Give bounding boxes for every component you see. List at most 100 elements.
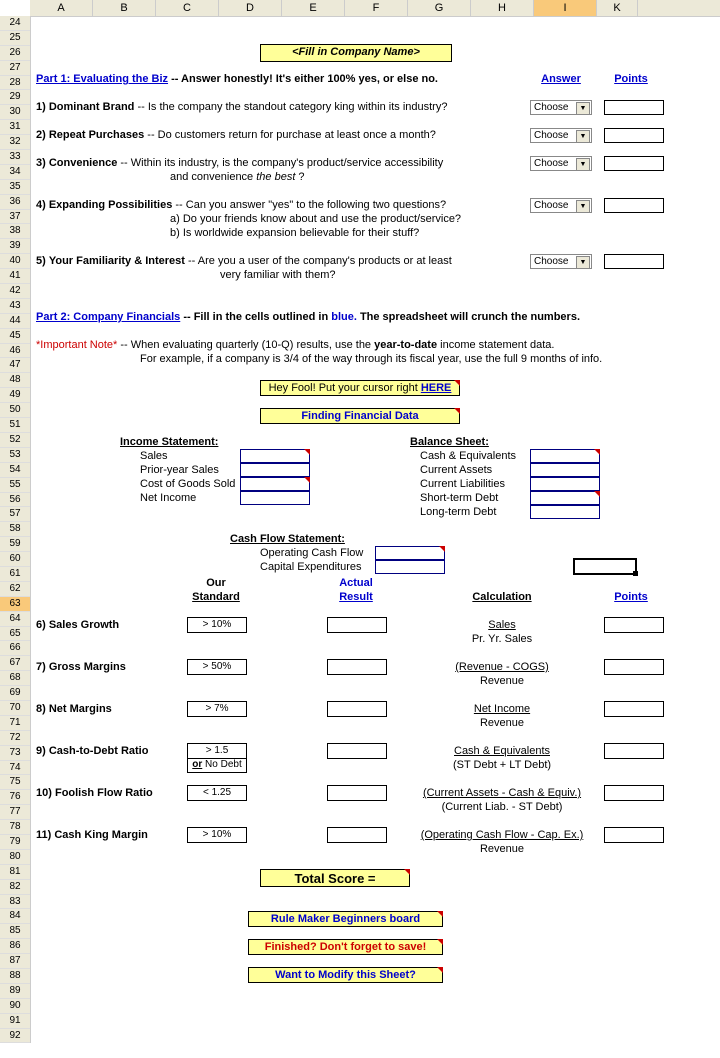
col-E[interactable]: E: [282, 0, 345, 16]
row-86[interactable]: 86: [0, 939, 30, 954]
row-89[interactable]: 89: [0, 984, 30, 999]
col-K[interactable]: K: [597, 0, 638, 16]
row-40[interactable]: 40: [0, 254, 30, 269]
row-87[interactable]: 87: [0, 954, 30, 969]
col-H[interactable]: H: [471, 0, 534, 16]
row-53[interactable]: 53: [0, 448, 30, 463]
q5-dropdown[interactable]: Choose: [530, 254, 592, 269]
row-92[interactable]: 92: [0, 1029, 30, 1044]
income-net-input[interactable]: [240, 491, 310, 505]
row-36[interactable]: 36: [0, 195, 30, 210]
row-48[interactable]: 48: [0, 373, 30, 388]
m6-points[interactable]: [604, 617, 664, 633]
balance-cl-input[interactable]: [530, 477, 600, 491]
q3-dropdown[interactable]: Choose: [530, 156, 592, 171]
row-39[interactable]: 39: [0, 239, 30, 254]
m9-points[interactable]: [604, 743, 664, 759]
row-60[interactable]: 60: [0, 552, 30, 567]
row-85[interactable]: 85: [0, 924, 30, 939]
col-B[interactable]: B: [93, 0, 156, 16]
m9-result[interactable]: [327, 743, 387, 759]
row-62[interactable]: 62: [0, 582, 30, 597]
row-25[interactable]: 25: [0, 31, 30, 46]
m6-result[interactable]: [327, 617, 387, 633]
q3-points[interactable]: [604, 156, 664, 171]
m7-result[interactable]: [327, 659, 387, 675]
hey-fool-box[interactable]: Hey Fool! Put your cursor right HERE: [260, 380, 460, 396]
row-47[interactable]: 47: [0, 358, 30, 373]
balance-cash-input[interactable]: [530, 449, 600, 463]
row-66[interactable]: 66: [0, 641, 30, 656]
row-61[interactable]: 61: [0, 567, 30, 582]
row-64[interactable]: 64: [0, 612, 30, 627]
m8-result[interactable]: [327, 701, 387, 717]
row-90[interactable]: 90: [0, 999, 30, 1014]
row-58[interactable]: 58: [0, 522, 30, 537]
selected-cell[interactable]: [573, 558, 637, 575]
m7-points[interactable]: [604, 659, 664, 675]
m8-points[interactable]: [604, 701, 664, 717]
cashflow-capex-input[interactable]: [375, 560, 445, 574]
company-name-title[interactable]: <Fill in Company Name>: [260, 44, 452, 62]
row-73[interactable]: 73: [0, 746, 30, 761]
row-70[interactable]: 70: [0, 701, 30, 716]
col-G[interactable]: G: [408, 0, 471, 16]
row-63[interactable]: 63: [0, 597, 30, 612]
part2-link[interactable]: Part 2: Company Financials: [36, 311, 180, 323]
balance-std-input[interactable]: [530, 491, 600, 505]
column-headers[interactable]: A B C D E F G H I K: [30, 0, 720, 17]
balance-ltd-input[interactable]: [530, 505, 600, 519]
row-84[interactable]: 84: [0, 909, 30, 924]
row-33[interactable]: 33: [0, 150, 30, 165]
balance-ca-input[interactable]: [530, 463, 600, 477]
row-45[interactable]: 45: [0, 329, 30, 344]
row-68[interactable]: 68: [0, 671, 30, 686]
row-79[interactable]: 79: [0, 835, 30, 850]
row-34[interactable]: 34: [0, 165, 30, 180]
m10-points[interactable]: [604, 785, 664, 801]
row-28[interactable]: 28: [0, 76, 30, 91]
row-74[interactable]: 74: [0, 761, 30, 776]
row-32[interactable]: 32: [0, 135, 30, 150]
row-42[interactable]: 42: [0, 284, 30, 299]
part1-link[interactable]: Part 1: Evaluating the Biz: [36, 73, 168, 85]
col-A[interactable]: A: [30, 0, 93, 16]
col-F[interactable]: F: [345, 0, 408, 16]
row-88[interactable]: 88: [0, 969, 30, 984]
row-41[interactable]: 41: [0, 269, 30, 284]
row-72[interactable]: 72: [0, 731, 30, 746]
row-51[interactable]: 51: [0, 418, 30, 433]
row-38[interactable]: 38: [0, 224, 30, 239]
row-24[interactable]: 24: [0, 16, 30, 31]
income-prior-input[interactable]: [240, 463, 310, 477]
row-headers[interactable]: 2425262728293031323334353637383940414243…: [0, 16, 31, 1043]
row-31[interactable]: 31: [0, 120, 30, 135]
q2-dropdown[interactable]: Choose: [530, 128, 592, 143]
row-59[interactable]: 59: [0, 537, 30, 552]
row-81[interactable]: 81: [0, 865, 30, 880]
row-76[interactable]: 76: [0, 790, 30, 805]
row-75[interactable]: 75: [0, 775, 30, 790]
col-I[interactable]: I: [534, 0, 597, 16]
modify-box[interactable]: Want to Modify this Sheet?: [248, 967, 443, 983]
q1-points[interactable]: [604, 100, 664, 115]
finding-financial-box[interactable]: Finding Financial Data: [260, 408, 460, 424]
rule-maker-box[interactable]: Rule Maker Beginners board: [248, 911, 443, 927]
row-43[interactable]: 43: [0, 299, 30, 314]
row-77[interactable]: 77: [0, 805, 30, 820]
row-49[interactable]: 49: [0, 388, 30, 403]
row-26[interactable]: 26: [0, 46, 30, 61]
m11-points[interactable]: [604, 827, 664, 843]
row-27[interactable]: 27: [0, 61, 30, 76]
row-78[interactable]: 78: [0, 820, 30, 835]
cashflow-ocf-input[interactable]: [375, 546, 445, 560]
finished-box[interactable]: Finished? Don't forget to save!: [248, 939, 443, 955]
row-80[interactable]: 80: [0, 850, 30, 865]
row-50[interactable]: 50: [0, 403, 30, 418]
row-69[interactable]: 69: [0, 686, 30, 701]
row-57[interactable]: 57: [0, 507, 30, 522]
row-35[interactable]: 35: [0, 180, 30, 195]
row-91[interactable]: 91: [0, 1014, 30, 1029]
row-71[interactable]: 71: [0, 716, 30, 731]
col-D[interactable]: D: [219, 0, 282, 16]
